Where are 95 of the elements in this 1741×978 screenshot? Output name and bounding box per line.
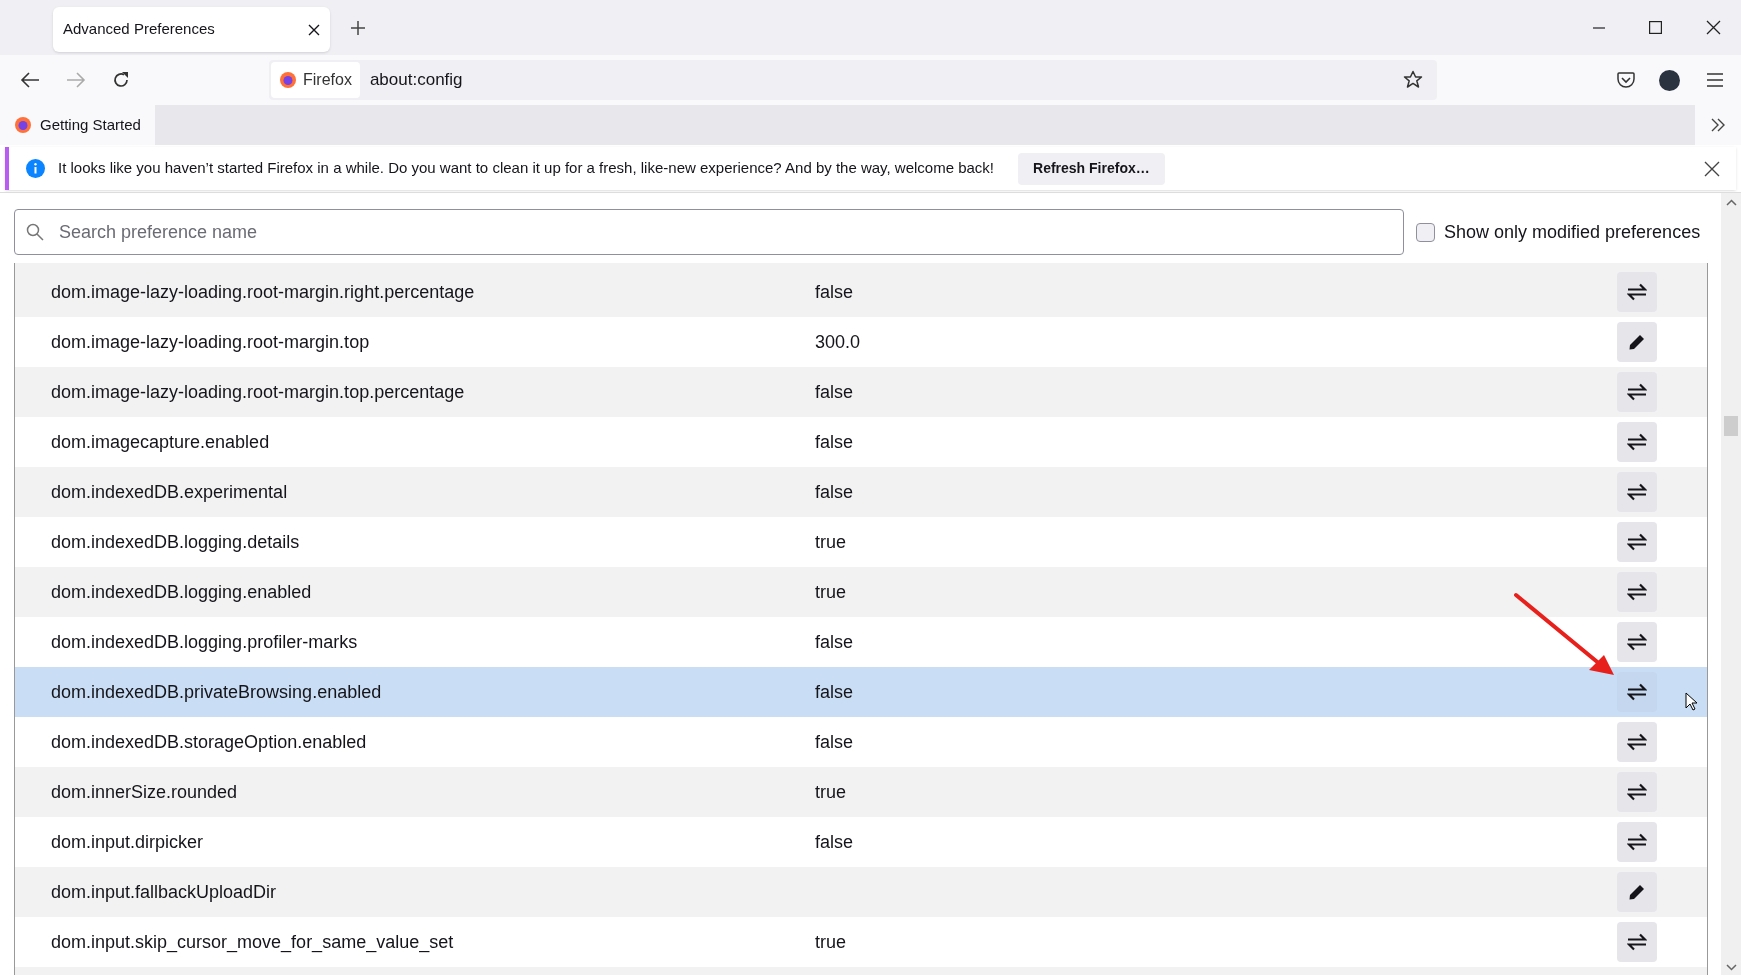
preference-row[interactable]: dom.imagecapture.enabled false (15, 417, 1707, 467)
preference-value: false (815, 630, 855, 654)
edit-button[interactable] (1617, 872, 1657, 912)
preference-row[interactable]: dom.indexedDB.privateBrowsing.enabled false (15, 667, 1707, 717)
preference-value: false (815, 830, 855, 854)
browser-tab[interactable]: Advanced Preferences (53, 7, 330, 52)
toggle-button[interactable] (1617, 472, 1657, 512)
toggle-arrows-icon (1627, 433, 1647, 451)
scroll-down-icon[interactable] (1726, 964, 1737, 971)
pencil-icon (1628, 333, 1646, 351)
address-bar[interactable]: Firefox about:config (269, 60, 1437, 100)
preference-value: false (815, 280, 855, 304)
search-icon (26, 223, 44, 241)
preference-name: dom.input.fallbackUploadDir (51, 880, 278, 904)
reload-icon[interactable] (111, 70, 131, 90)
preference-value: true (815, 580, 848, 604)
scroll-thumb[interactable] (1724, 416, 1738, 436)
toggle-arrows-icon (1627, 383, 1647, 401)
preference-value: true (815, 780, 848, 804)
scroll-up-icon[interactable] (1726, 199, 1737, 206)
toggle-button[interactable] (1617, 572, 1657, 612)
notification-message: It looks like you haven’t started Firefox in a while. Do you want to clean it up for a fresh, like-new experience? And by the way, welcome back! (58, 158, 995, 179)
preference-name: dom.indexedDB.logging.details (51, 530, 301, 554)
toggle-button[interactable] (1617, 672, 1657, 712)
account-avatar[interactable] (1659, 69, 1680, 91)
preference-name: dom.image-lazy-loading.root-margin.right.percentage (51, 280, 476, 304)
preference-name: dom.indexedDB.storageOption.enabled (51, 730, 368, 754)
info-icon (26, 159, 45, 178)
pencil-icon (1628, 883, 1646, 901)
preference-value: 300.0 (815, 330, 862, 354)
toggle-button[interactable] (1617, 822, 1657, 862)
maximize-icon[interactable] (1649, 21, 1662, 34)
preference-row[interactable]: dom.indexedDB.logging.details true (15, 517, 1707, 567)
chevron-double-icon[interactable] (1710, 117, 1726, 133)
close-icon[interactable] (1706, 20, 1721, 35)
close-icon[interactable] (308, 23, 320, 36)
site-identity: Firefox (303, 70, 352, 90)
edit-button[interactable] (1617, 322, 1657, 362)
toggle-button[interactable] (1617, 922, 1657, 962)
toggle-button[interactable] (1617, 422, 1657, 462)
toggle-arrows-icon (1627, 833, 1647, 851)
back-arrow-icon[interactable] (20, 71, 40, 89)
url-text: about:config (369, 69, 463, 92)
preference-name: dom.indexedDB.experimental (51, 480, 289, 504)
toggle-arrows-icon (1627, 733, 1647, 751)
preference-value: false (815, 730, 855, 754)
preference-row[interactable]: dom.image-lazy-loading.root-margin.top 300.0 (15, 317, 1707, 367)
preference-row[interactable]: dom.indexedDB.storageOption.enabled false (15, 717, 1707, 767)
mouse-cursor-icon (1685, 692, 1698, 711)
tab-title: Advanced Preferences (63, 19, 215, 40)
preference-name: dom.indexedDB.logging.profiler-marks (51, 630, 359, 654)
toggle-button[interactable] (1617, 372, 1657, 412)
checkbox-label: Show only modified preferences (1444, 220, 1701, 244)
toggle-arrows-icon (1627, 683, 1647, 701)
toggle-button[interactable] (1617, 622, 1657, 662)
menu-icon[interactable] (1706, 73, 1724, 87)
preference-value: false (815, 480, 855, 504)
toggle-button[interactable] (1617, 722, 1657, 762)
preference-name: dom.image-lazy-loading.root-margin.top (51, 330, 371, 354)
preference-row[interactable]: dom.input.skip_cursor_move_for_same_value_set true (15, 917, 1707, 967)
scrollbar[interactable] (1721, 193, 1741, 975)
preference-row[interactable]: dom.indexedDB.logging.profiler-marks false (15, 617, 1707, 667)
preference-value: true (815, 930, 848, 954)
toggle-button[interactable] (1617, 772, 1657, 812)
toggle-arrows-icon (1627, 783, 1647, 801)
preference-value: true (815, 530, 848, 554)
refresh-button[interactable]: Refresh Firefox… (1018, 152, 1165, 185)
preference-name: dom.innerSize.rounded (51, 780, 239, 804)
toggle-arrows-icon (1627, 533, 1647, 551)
preference-name: dom.input.dirpicker (51, 830, 205, 854)
preference-name: dom.indexedDB.logging.enabled (51, 580, 313, 604)
browser-logo-icon (279, 71, 297, 89)
close-icon[interactable] (1704, 160, 1720, 177)
toggle-arrows-icon (1627, 583, 1647, 601)
checkbox[interactable] (1416, 222, 1435, 242)
preference-value: false (815, 430, 855, 454)
plus-icon[interactable] (350, 19, 366, 36)
toggle-arrows-icon (1627, 283, 1647, 301)
toggle-arrows-icon (1627, 483, 1647, 501)
preference-value: false (815, 680, 855, 704)
pocket-icon[interactable] (1617, 71, 1635, 89)
preference-row[interactable]: dom.input.dirpicker false (15, 817, 1707, 867)
preference-name: dom.input.skip_cursor_move_for_same_value_set (51, 930, 455, 955)
star-icon[interactable] (1403, 70, 1423, 90)
toggle-button[interactable] (1617, 522, 1657, 562)
toggle-arrows-icon (1627, 633, 1647, 651)
search-field[interactable]: Search preference name (14, 209, 1404, 255)
toggle-button[interactable] (1617, 272, 1657, 312)
preference-name: dom.image-lazy-loading.root-margin.top.percentage (51, 380, 466, 404)
browser-logo-icon (14, 116, 32, 134)
toggle-arrows-icon (1627, 933, 1647, 951)
preference-value: false (815, 380, 855, 404)
bookmark-item[interactable]: Getting Started (0, 105, 155, 145)
preference-name: dom.indexedDB.privateBrowsing.enabled (51, 680, 383, 704)
preference-name: dom.imagecapture.enabled (51, 430, 271, 454)
